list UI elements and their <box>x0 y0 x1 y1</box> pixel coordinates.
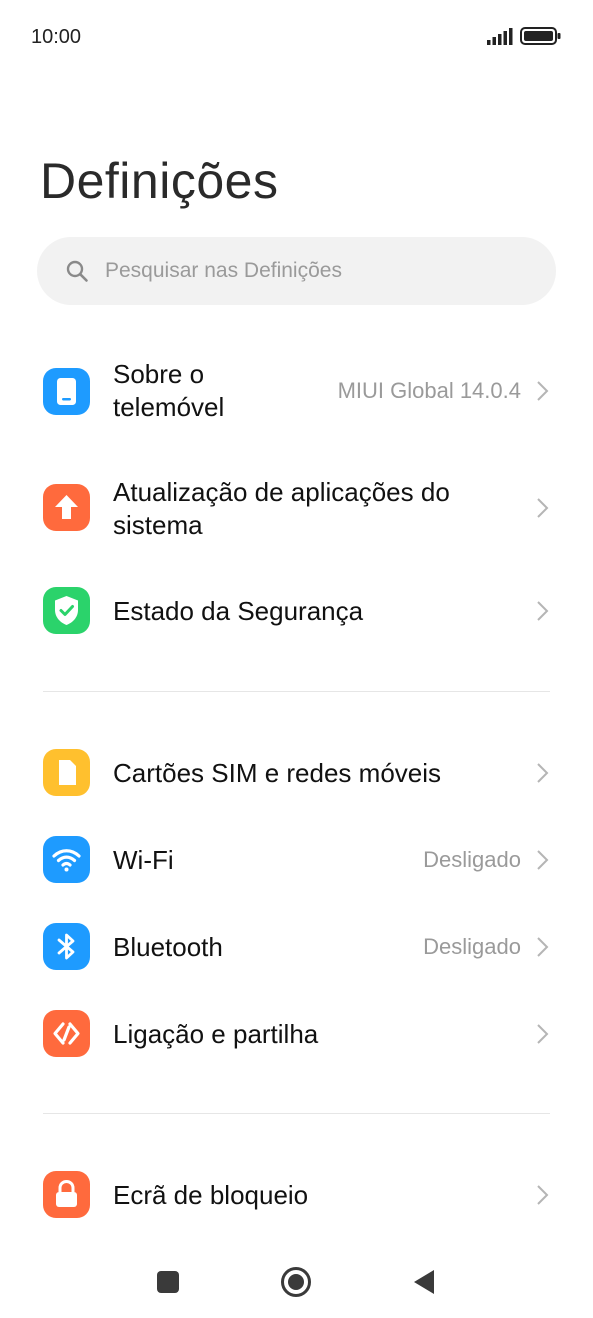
bluetooth-icon <box>43 923 90 970</box>
phone-icon <box>43 368 90 415</box>
back-button[interactable] <box>413 1269 435 1295</box>
status-bar: 10:00 <box>0 0 593 72</box>
lock-screen-label: Ecrã de bloqueio <box>113 1180 309 1210</box>
system-updates-label-line2: sistema <box>113 510 203 540</box>
chevron-right-icon <box>537 1024 549 1044</box>
wifi-icon <box>43 836 90 883</box>
settings-item-security[interactable]: Estado da Segurança <box>0 574 593 648</box>
chevron-right-icon <box>537 498 549 518</box>
system-updates-label-line1: Atualização de aplicações do <box>113 477 450 507</box>
search-icon <box>66 260 88 282</box>
settings-item-system-updates[interactable]: Atualização de aplicações do sistema <box>0 469 593 553</box>
chevron-right-icon <box>537 601 549 621</box>
settings-item-sim-cards[interactable]: Cartões SIM e redes móveis <box>0 736 593 810</box>
navigation-bar <box>0 1250 593 1318</box>
home-button[interactable] <box>280 1266 312 1298</box>
divider <box>43 1113 550 1114</box>
settings-item-wifi[interactable]: Wi-Fi Desligado <box>0 823 593 897</box>
divider <box>43 691 550 692</box>
about-phone-version: MIUI Global 14.0.4 <box>337 378 521 403</box>
chevron-right-icon <box>537 1185 549 1205</box>
sim-cards-label: Cartões SIM e redes móveis <box>113 758 442 788</box>
arrow-up-icon <box>43 484 90 531</box>
settings-item-bluetooth[interactable]: Bluetooth Desligado <box>0 910 593 984</box>
chevron-right-icon <box>537 937 549 957</box>
settings-item-lock-screen[interactable]: Ecrã de bloqueio <box>0 1158 593 1232</box>
settings-item-about-phone[interactable]: Sobre o telemóvel MIUI Global 14.0.4 <box>0 350 593 434</box>
chevron-right-icon <box>537 381 549 401</box>
security-label: Estado da Segurança <box>113 596 364 626</box>
chevron-right-icon <box>537 763 549 783</box>
signal-icon <box>487 28 513 45</box>
status-time: 10:00 <box>31 26 82 48</box>
bluetooth-status: Desligado <box>423 934 521 959</box>
system-updates-label: Atualização de aplicações do sistema <box>113 476 450 542</box>
lock-icon <box>43 1171 90 1218</box>
recents-button[interactable] <box>157 1271 179 1293</box>
connection-sharing-label: Ligação e partilha <box>113 1019 319 1049</box>
share-connection-icon <box>43 1010 90 1057</box>
wifi-status: Desligado <box>423 847 521 872</box>
wifi-label: Wi-Fi <box>113 845 174 875</box>
battery-icon <box>520 27 561 45</box>
page-title: Definições <box>40 153 279 209</box>
about-phone-label-line2: telemóvel <box>113 392 225 422</box>
settings-item-connection-sharing[interactable]: Ligação e partilha <box>0 997 593 1071</box>
search-bar[interactable] <box>37 237 556 305</box>
sim-card-icon <box>43 749 90 796</box>
chevron-right-icon <box>537 850 549 870</box>
shield-check-icon <box>43 587 90 634</box>
search-input[interactable] <box>105 237 525 305</box>
bluetooth-label: Bluetooth <box>113 932 223 962</box>
about-phone-label: Sobre o telemóvel <box>113 358 224 424</box>
about-phone-label-line1: Sobre o <box>113 359 205 389</box>
